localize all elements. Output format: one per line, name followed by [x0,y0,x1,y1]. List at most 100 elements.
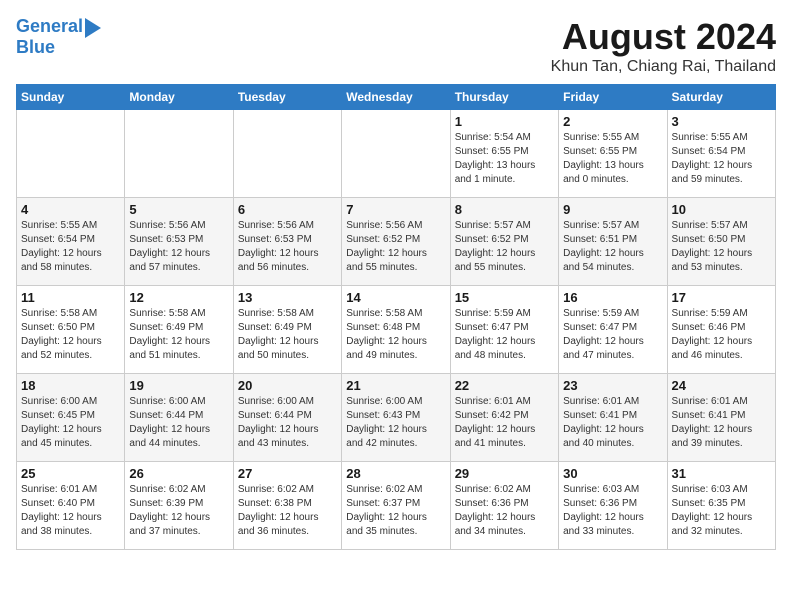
day-cell: 7 Sunrise: 5:56 AM Sunset: 6:52 PM Daylig… [342,198,450,286]
day-cell: 23Sunrise: 6:01 AM Sunset: 6:41 PM Dayli… [559,374,667,462]
header-monday: Monday [125,85,233,110]
day-number: 9 [563,202,662,217]
day-info: Sunrise: 6:01 AM Sunset: 6:40 PM Dayligh… [21,483,120,539]
day-cell: 12 Sunrise: 5:58 AM Sunset: 6:49 PM Dayli… [125,286,233,374]
day-cell: 27 Sunrise: 6:02 AM Sunset: 6:38 PM Dayli… [233,462,341,550]
day-cell: 16Sunrise: 5:59 AM Sunset: 6:47 PM Dayli… [559,286,667,374]
day-info: Sunrise: 5:55 AM Sunset: 6:55 PM Dayligh… [563,131,662,187]
day-info: Sunrise: 5:55 AM Sunset: 6:54 PM Dayligh… [672,131,771,187]
day-number: 11 [21,290,120,305]
header-friday: Friday [559,85,667,110]
day-number: 21 [346,378,445,393]
logo-text-line1: General [16,17,83,37]
day-info: Sunrise: 5:57 AM Sunset: 6:51 PM Dayligh… [563,219,662,275]
day-number: 30 [563,466,662,481]
logo: General Blue [16,16,101,58]
day-cell: 15 Sunrise: 5:59 AM Sunset: 6:47 PM Dayli… [450,286,558,374]
day-info: Sunrise: 5:58 AM Sunset: 6:49 PM Dayligh… [129,307,228,363]
day-number: 20 [238,378,337,393]
day-number: 24 [672,378,771,393]
header-thursday: Thursday [450,85,558,110]
day-info: Sunrise: 6:00 AM Sunset: 6:45 PM Dayligh… [21,395,120,451]
day-number: 1 [455,114,554,129]
day-info: Sunrise: 5:56 AM Sunset: 6:52 PM Dayligh… [346,219,445,275]
day-number: 29 [455,466,554,481]
day-cell: 11Sunrise: 5:58 AM Sunset: 6:50 PM Dayli… [17,286,125,374]
logo-arrow-icon [85,18,101,38]
day-info: Sunrise: 6:03 AM Sunset: 6:35 PM Dayligh… [672,483,771,539]
day-cell: 4 Sunrise: 5:55 AM Sunset: 6:54 PM Daylig… [17,198,125,286]
day-number: 19 [129,378,228,393]
week-row-2: 4 Sunrise: 5:55 AM Sunset: 6:54 PM Daylig… [17,198,776,286]
day-number: 27 [238,466,337,481]
day-number: 8 [455,202,554,217]
day-info: Sunrise: 6:03 AM Sunset: 6:36 PM Dayligh… [563,483,662,539]
day-cell: 1Sunrise: 5:54 AM Sunset: 6:55 PM Daylig… [450,110,558,198]
header-row: Sunday Monday Tuesday Wednesday Thursday… [17,85,776,110]
day-cell: 26 Sunrise: 6:02 AM Sunset: 6:39 PM Dayli… [125,462,233,550]
day-number: 31 [672,466,771,481]
day-cell: 9 Sunrise: 5:57 AM Sunset: 6:51 PM Daylig… [559,198,667,286]
day-info: Sunrise: 5:58 AM Sunset: 6:48 PM Dayligh… [346,307,445,363]
page-header: General Blue August 2024 Khun Tan, Chian… [16,16,776,76]
day-number: 17 [672,290,771,305]
day-info: Sunrise: 5:58 AM Sunset: 6:49 PM Dayligh… [238,307,337,363]
day-number: 10 [672,202,771,217]
day-number: 6 [238,202,337,217]
week-row-5: 25 Sunrise: 6:01 AM Sunset: 6:40 PM Dayli… [17,462,776,550]
day-cell: 13 Sunrise: 5:58 AM Sunset: 6:49 PM Dayli… [233,286,341,374]
header-wednesday: Wednesday [342,85,450,110]
day-cell [125,110,233,198]
day-info: Sunrise: 5:59 AM Sunset: 6:47 PM Dayligh… [455,307,554,363]
week-row-1: 1Sunrise: 5:54 AM Sunset: 6:55 PM Daylig… [17,110,776,198]
month-title: August 2024 [551,16,776,58]
day-cell: 28 Sunrise: 6:02 AM Sunset: 6:37 PM Dayli… [342,462,450,550]
day-info: Sunrise: 5:56 AM Sunset: 6:53 PM Dayligh… [129,219,228,275]
day-info: Sunrise: 6:02 AM Sunset: 6:37 PM Dayligh… [346,483,445,539]
day-cell: 21 Sunrise: 6:00 AM Sunset: 6:43 PM Dayli… [342,374,450,462]
day-info: Sunrise: 5:55 AM Sunset: 6:54 PM Dayligh… [21,219,120,275]
day-info: Sunrise: 6:00 AM Sunset: 6:44 PM Dayligh… [238,395,337,451]
day-number: 12 [129,290,228,305]
header-saturday: Saturday [667,85,775,110]
day-info: Sunrise: 5:57 AM Sunset: 6:52 PM Dayligh… [455,219,554,275]
day-number: 7 [346,202,445,217]
day-info: Sunrise: 5:56 AM Sunset: 6:53 PM Dayligh… [238,219,337,275]
day-info: Sunrise: 6:01 AM Sunset: 6:42 PM Dayligh… [455,395,554,451]
day-info: Sunrise: 6:01 AM Sunset: 6:41 PM Dayligh… [672,395,771,451]
day-number: 16 [563,290,662,305]
day-cell: 14 Sunrise: 5:58 AM Sunset: 6:48 PM Dayli… [342,286,450,374]
day-info: Sunrise: 6:00 AM Sunset: 6:43 PM Dayligh… [346,395,445,451]
day-cell: 31 Sunrise: 6:03 AM Sunset: 6:35 PM Dayli… [667,462,775,550]
day-cell: 8 Sunrise: 5:57 AM Sunset: 6:52 PM Daylig… [450,198,558,286]
day-number: 13 [238,290,337,305]
day-number: 22 [455,378,554,393]
day-cell [17,110,125,198]
day-cell: 6 Sunrise: 5:56 AM Sunset: 6:53 PM Daylig… [233,198,341,286]
day-cell: 29 Sunrise: 6:02 AM Sunset: 6:36 PM Dayli… [450,462,558,550]
day-cell: 25 Sunrise: 6:01 AM Sunset: 6:40 PM Dayli… [17,462,125,550]
day-number: 28 [346,466,445,481]
day-number: 15 [455,290,554,305]
day-cell: 2Sunrise: 5:55 AM Sunset: 6:55 PM Daylig… [559,110,667,198]
location: Khun Tan, Chiang Rai, Thailand [551,58,776,76]
day-number: 3 [672,114,771,129]
day-cell: 18Sunrise: 6:00 AM Sunset: 6:45 PM Dayli… [17,374,125,462]
day-number: 25 [21,466,120,481]
day-cell: 20 Sunrise: 6:00 AM Sunset: 6:44 PM Dayli… [233,374,341,462]
day-number: 4 [21,202,120,217]
day-info: Sunrise: 6:01 AM Sunset: 6:41 PM Dayligh… [563,395,662,451]
day-info: Sunrise: 6:02 AM Sunset: 6:38 PM Dayligh… [238,483,337,539]
day-cell: 24 Sunrise: 6:01 AM Sunset: 6:41 PM Dayli… [667,374,775,462]
day-info: Sunrise: 6:02 AM Sunset: 6:36 PM Dayligh… [455,483,554,539]
title-section: August 2024 Khun Tan, Chiang Rai, Thaila… [551,16,776,76]
day-cell [233,110,341,198]
day-number: 14 [346,290,445,305]
day-info: Sunrise: 6:00 AM Sunset: 6:44 PM Dayligh… [129,395,228,451]
day-cell: 19 Sunrise: 6:00 AM Sunset: 6:44 PM Dayli… [125,374,233,462]
day-info: Sunrise: 6:02 AM Sunset: 6:39 PM Dayligh… [129,483,228,539]
day-number: 26 [129,466,228,481]
calendar-body: 1Sunrise: 5:54 AM Sunset: 6:55 PM Daylig… [17,110,776,550]
week-row-4: 18Sunrise: 6:00 AM Sunset: 6:45 PM Dayli… [17,374,776,462]
day-cell: 22 Sunrise: 6:01 AM Sunset: 6:42 PM Dayli… [450,374,558,462]
